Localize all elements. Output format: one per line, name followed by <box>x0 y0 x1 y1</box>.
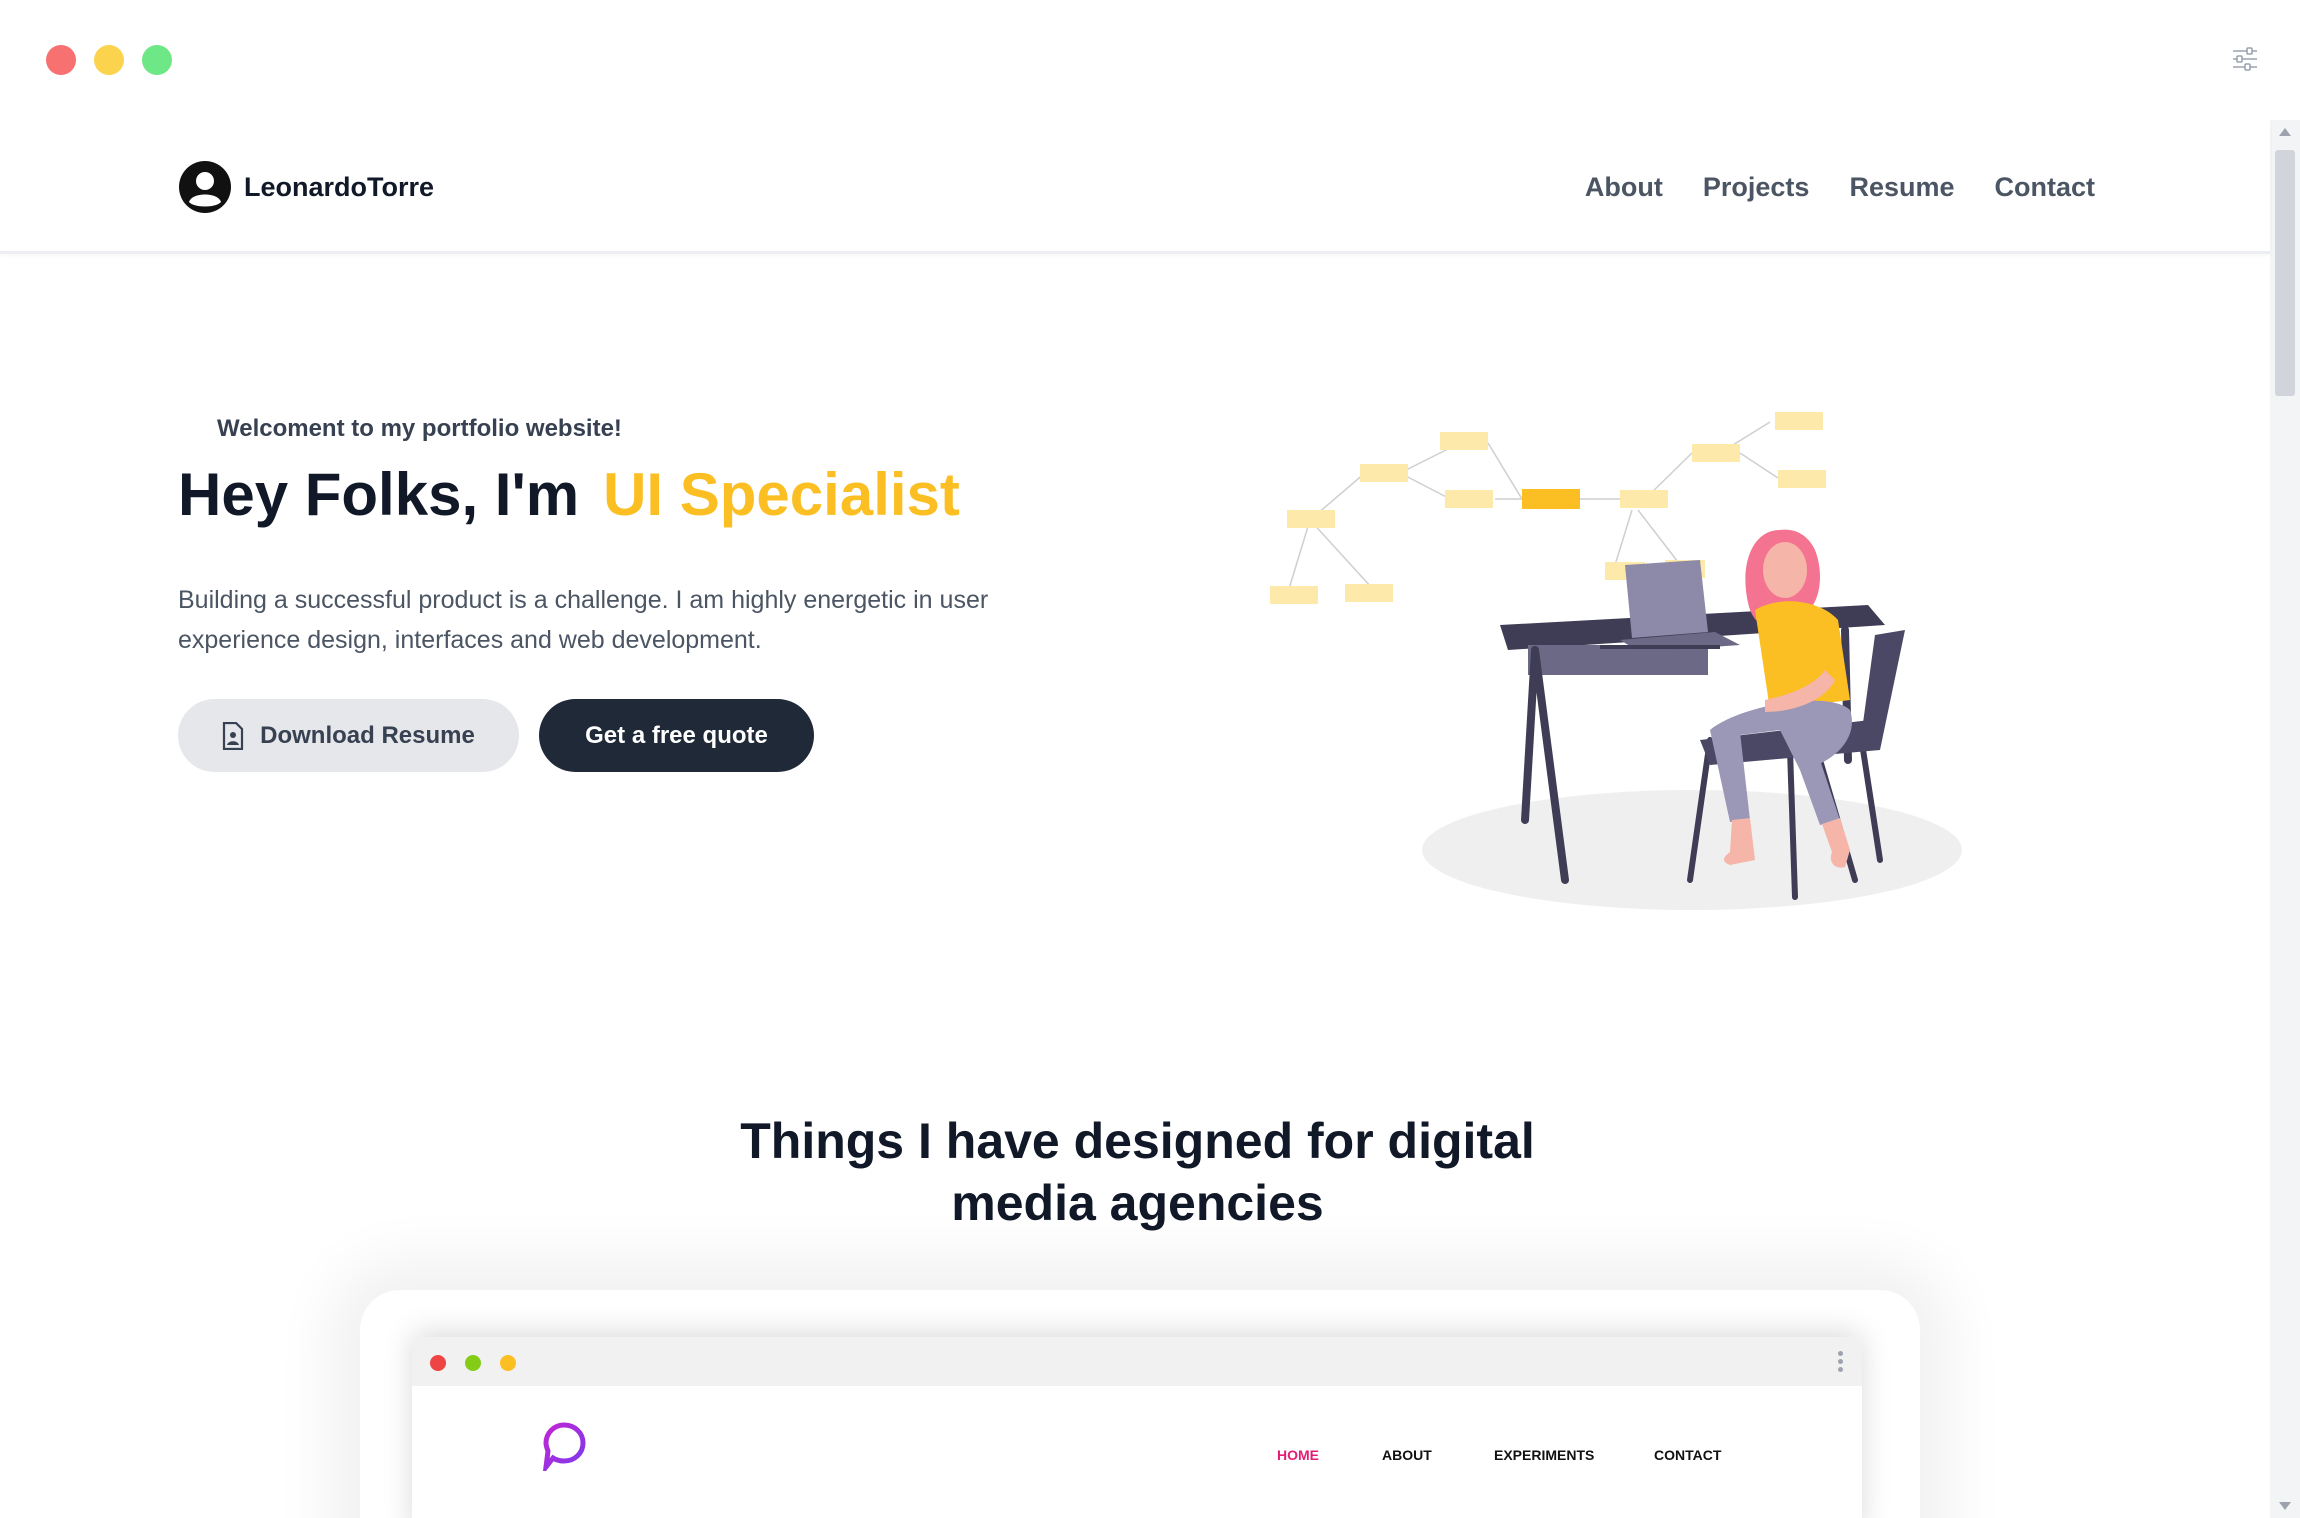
nav-about[interactable]: About <box>1585 172 1663 203</box>
user-avatar-icon <box>179 161 231 213</box>
chat-bubble-logo-icon <box>542 1422 586 1471</box>
hero-eyebrow: Welcoment to my portfolio website! <box>217 415 622 442</box>
main-nav: About Projects Resume Contact <box>1585 172 2095 203</box>
preview-browser-bar <box>412 1337 1862 1386</box>
preview-nav-home: HOME <box>1277 1447 1319 1463</box>
get-quote-button[interactable]: Get a free quote <box>539 699 814 772</box>
document-icon <box>223 721 244 750</box>
hero-illustration <box>1270 412 1962 910</box>
hero-title-accent: UI Specialist <box>603 461 960 528</box>
nav-resume[interactable]: Resume <box>1849 172 1954 203</box>
page-scrollbar[interactable] <box>2270 120 2300 1518</box>
minimize-window-button[interactable] <box>94 45 124 75</box>
site-header: LeonardoTorre About Projects Resume Cont… <box>0 120 2270 254</box>
preview-nav-experiments: EXPERIMENTS <box>1494 1447 1595 1463</box>
nav-contact[interactable]: Contact <box>1995 172 2096 203</box>
close-window-button[interactable] <box>46 45 76 75</box>
maximize-window-button[interactable] <box>142 45 172 75</box>
kebab-menu-icon <box>1838 1351 1844 1373</box>
preview-maximize-dot <box>500 1355 516 1371</box>
project-preview-card[interactable]: HOME ABOUT EXPERIMENTS CONTACT <box>412 1337 1862 1518</box>
download-resume-button[interactable]: Download Resume <box>178 699 519 772</box>
download-resume-label: Download Resume <box>260 721 475 749</box>
nav-projects[interactable]: Projects <box>1703 172 1810 203</box>
preview-nav-about: ABOUT <box>1382 1447 1432 1463</box>
scroll-up-arrow-icon[interactable] <box>2279 128 2291 136</box>
brand-name: LeonardoTorre <box>244 171 435 202</box>
window-chrome <box>0 0 2300 120</box>
hero-description: Building a successful product is a chall… <box>178 586 989 654</box>
scroll-thumb[interactable] <box>2275 150 2295 396</box>
sliders-icon[interactable] <box>2230 44 2260 74</box>
hero-title-prefix: Hey Folks, I'm <box>178 461 580 528</box>
brand[interactable]: LeonardoTorre <box>178 160 434 214</box>
preview-close-dot <box>430 1355 446 1371</box>
scroll-down-arrow-icon[interactable] <box>2279 1502 2291 1510</box>
hero-title: Hey Folks, I'm UI Specialist <box>178 460 960 529</box>
preview-nav-contact: CONTACT <box>1654 1447 1722 1463</box>
preview-minimize-dot <box>465 1355 481 1371</box>
section-title: Things I have designed for digital media… <box>740 1113 1535 1231</box>
get-quote-label: Get a free quote <box>585 721 768 749</box>
